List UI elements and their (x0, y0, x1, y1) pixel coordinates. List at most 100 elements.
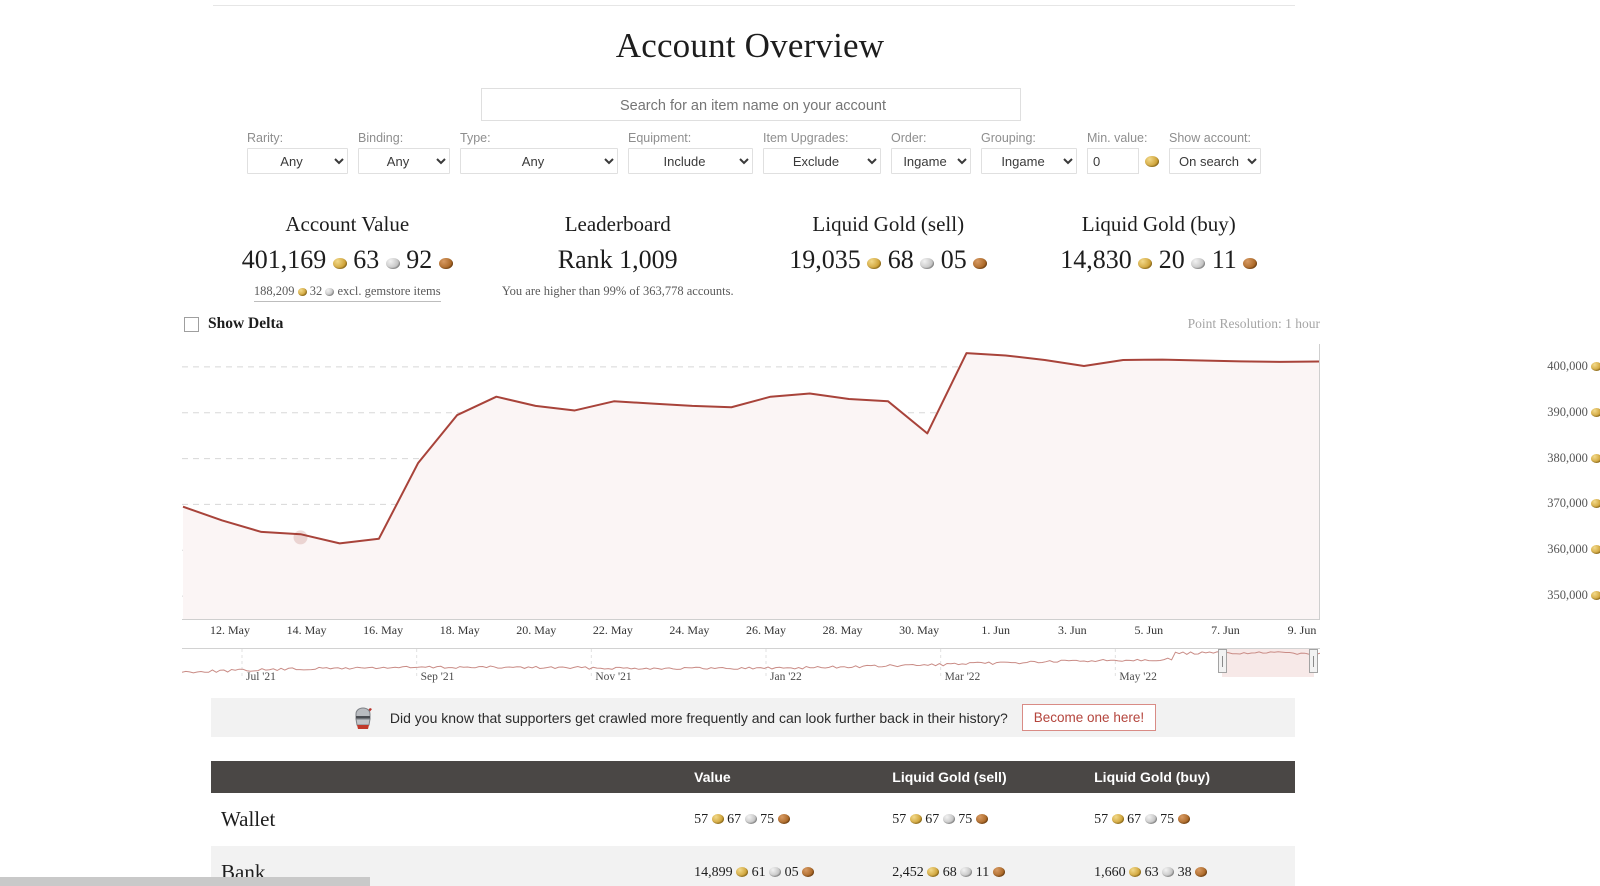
gold-coin-icon (1591, 591, 1600, 601)
stat-liquid-gold-buy-amount: 14,830 20 11 (1024, 245, 1295, 275)
table-header-row: Value Liquid Gold (sell) Liquid Gold (bu… (211, 761, 1295, 793)
copper-coin-icon (1243, 258, 1258, 269)
chart-controls-row: Show Delta Point Resolution: 1 hour (184, 315, 1320, 333)
navigator-x-tick: May '22 (1119, 671, 1157, 683)
wallet-buy-gold: 57 (1094, 811, 1109, 827)
bank-sell-silver: 68 (942, 864, 957, 880)
chart-y-tick: 390,000 (1547, 405, 1600, 420)
chart-y-axis: 400,000 390,000 380,000 370,000 360,000 … (1516, 344, 1600, 634)
silver-coin-icon (744, 813, 757, 824)
wallet-liquid-buy: 57 67 75 (1084, 793, 1295, 846)
silver-coin-icon (385, 258, 400, 269)
navigator-x-tick: Mar '22 (944, 671, 981, 683)
top-divider (213, 5, 1295, 6)
gold-coin-icon (1591, 407, 1600, 417)
search-input[interactable] (482, 89, 1024, 122)
copper-coin-icon (975, 813, 988, 824)
stat-leaderboard-rank: Rank 1,009 (557, 245, 678, 274)
chart-x-tick: 7. Jun (1211, 623, 1240, 637)
bank-value-gold: 14,899 (694, 864, 733, 880)
point-resolution-label: Point Resolution: 1 hour (1187, 316, 1320, 331)
silver-coin-icon (920, 258, 935, 269)
account-value-chart[interactable] (182, 344, 1320, 619)
col-header-name[interactable] (211, 761, 685, 793)
navigator-handle-right[interactable] (1309, 649, 1318, 673)
horizontal-scrollbar[interactable] (0, 877, 370, 886)
filter-item-upgrades-select[interactable]: Exclude (763, 148, 881, 174)
min-value-input[interactable] (1087, 148, 1139, 174)
col-header-liquid-sell[interactable]: Liquid Gold (sell) (882, 761, 1085, 793)
bank-buy-silver: 63 (1144, 864, 1159, 880)
stat-liquid-gold-buy: Liquid Gold (buy) 14,830 20 11 (1024, 212, 1295, 302)
sub-note: excl. gemstore items (337, 284, 441, 298)
gold-coin-icon (332, 258, 347, 269)
filter-type-select[interactable]: Any (460, 148, 618, 174)
stat-account-value-sub[interactable]: 188,209 32 excl. gemstore items (253, 284, 441, 302)
chart-x-axis: 12. May 14. May 16. May 18. May 20. May 22. M… (182, 623, 1320, 643)
gold-coin-icon (867, 258, 882, 269)
gold-coin-icon (1145, 155, 1159, 167)
show-delta-checkbox[interactable] (184, 316, 199, 332)
breakdown-table-element: Value Liquid Gold (sell) Liquid Gold (bu… (211, 761, 1295, 886)
wallet-buy-copper: 75 (1160, 811, 1175, 827)
filter-type-label: Type: (460, 131, 491, 145)
filter-grouping-select[interactable]: Ingame (981, 148, 1077, 174)
sub-gold: 188,209 (253, 284, 295, 298)
wallet-buy-silver: 67 (1127, 811, 1142, 827)
bank-buy-gold: 1,660 (1094, 864, 1126, 880)
stat-liquid-gold-buy-title: Liquid Gold (buy) (1081, 212, 1236, 236)
wallet-value: 57 67 75 (684, 793, 882, 846)
gold-coin-icon (1129, 866, 1142, 877)
filter-bar: Rarity: Any Binding: Any Type: Any Equip… (247, 131, 1261, 174)
copper-coin-icon (802, 866, 815, 877)
chart-x-tick: 16. May (363, 623, 404, 637)
filter-equipment-select[interactable]: Include (628, 148, 753, 174)
table-body: Wallet 57 67 75 57 67 75 57 67 75 Bank 1… (211, 793, 1295, 886)
gold-coin-icon (736, 866, 749, 877)
lg-buy-gold: 14,830 (1060, 245, 1132, 274)
wallet-value-silver: 67 (727, 811, 742, 827)
chart-x-tick: 3. Jun (1057, 623, 1087, 637)
chart-y-tick: 380,000 (1547, 451, 1600, 466)
wallet-sell-silver: 67 (925, 811, 940, 827)
wallet-value-gold: 57 (694, 811, 709, 827)
filter-order: Order: Ingame (891, 131, 971, 174)
copper-coin-icon (973, 258, 988, 269)
bank-sell-gold: 2,452 (892, 864, 924, 880)
chart-x-tick: 12. May (210, 623, 250, 637)
wallet-sell-copper: 75 (958, 811, 973, 827)
wallet-liquid-sell: 57 67 75 (882, 793, 1084, 846)
lg-sell-silver: 68 (887, 245, 914, 274)
become-supporter-button[interactable]: Become one here! (1021, 704, 1157, 731)
chart-x-tick: 9. Jun (1287, 623, 1317, 637)
chart-x-tick: 30. May (899, 623, 940, 637)
bank-buy-copper: 38 (1177, 864, 1192, 880)
filter-order-label: Order: (891, 131, 927, 145)
breakdown-table: Value Liquid Gold (sell) Liquid Gold (bu… (211, 761, 1295, 886)
navigator-handle-left[interactable] (1218, 649, 1227, 673)
filter-order-select[interactable]: Ingame (891, 148, 971, 174)
table-head: Value Liquid Gold (sell) Liquid Gold (bu… (211, 761, 1295, 793)
gold-coin-icon (297, 288, 307, 296)
col-header-value[interactable]: Value (684, 761, 883, 793)
page-root: Account Overview Rarity: Any Binding: An… (0, 0, 1600, 886)
filter-rarity-select[interactable]: Any (247, 148, 348, 174)
show-delta-control[interactable]: Show Delta (184, 315, 283, 333)
col-header-liquid-buy[interactable]: Liquid Gold (buy) (1084, 761, 1295, 793)
search-input-wrapper[interactable] (481, 88, 1024, 122)
gold-coin-icon (711, 813, 724, 824)
filter-binding-label: Binding: (358, 131, 404, 145)
chart-x-tick: 22. May (592, 623, 633, 637)
filter-equipment-label: Equipment: (628, 131, 692, 145)
copper-coin-icon (438, 258, 453, 269)
chart-x-tick: 14. May (286, 623, 327, 637)
chart-navigator[interactable]: Jul '21 Sep '21 Nov '21 Jan '22 Mar '22 May '… (182, 648, 1320, 686)
filter-binding-select[interactable]: Any (358, 148, 450, 174)
chart-y-axis-line (1319, 344, 1320, 620)
gold-coin-icon (927, 866, 940, 877)
table-row[interactable]: Wallet 57 67 75 57 67 75 57 67 75 (211, 793, 1295, 846)
chart-x-axis-line (182, 619, 1320, 620)
filter-show-account-select[interactable]: On search (1169, 148, 1261, 174)
table-row[interactable]: Bank 14,899 61 05 2,452 68 11 1,660 63 3… (211, 846, 1295, 886)
chart-x-tick: 1. Jun (981, 623, 1011, 637)
